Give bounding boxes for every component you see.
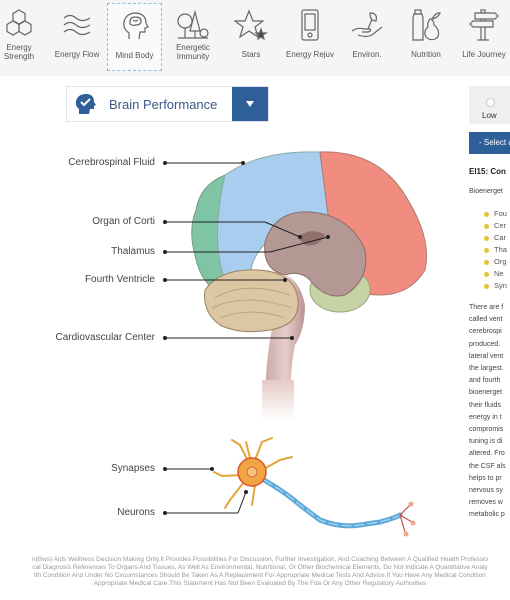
bullet-list: Fou Cer Car Tha Org Ne Syn bbox=[484, 208, 507, 292]
list-item: Cer bbox=[484, 220, 507, 232]
bottle-pear-icon bbox=[412, 9, 441, 41]
nav-item-energy-flow[interactable]: Energy Flow bbox=[50, 3, 104, 71]
label-cerebrospinal-fluid: Cerebrospinal Fluid bbox=[68, 157, 155, 168]
nav-label: Energetic Immunity bbox=[176, 43, 210, 61]
brain-diagram: Cerebrospinal Fluid Organ of Corti Thala… bbox=[0, 130, 440, 550]
paragraph-line: lateral vent bbox=[469, 352, 504, 360]
neuron-illustration bbox=[213, 437, 416, 537]
head-check-icon bbox=[75, 94, 96, 114]
disclaimer-line: Appropriate Medical Care.This Statement … bbox=[93, 580, 427, 587]
nav-label: Environ. bbox=[352, 50, 382, 59]
paragraph-line: compromis bbox=[469, 426, 504, 434]
nav-item-stars[interactable]: Stars bbox=[228, 3, 274, 71]
nav-label: Energy Flow bbox=[54, 50, 100, 59]
waves-icon bbox=[63, 14, 91, 36]
label-fourth-ventricle: Fourth Ventricle bbox=[84, 274, 155, 285]
dropdown-value: Brain Performance bbox=[109, 97, 218, 112]
list-item: Tha bbox=[484, 244, 507, 256]
paragraph-line: nervous sy bbox=[469, 487, 503, 495]
disclaimer-footer: n(Bws) Aids Wellness Decision Making Onl… bbox=[0, 556, 510, 588]
paragraph-line: their fluids bbox=[469, 401, 501, 409]
paragraph-line: bioenerget bbox=[469, 389, 503, 397]
nav-label: Mind Body bbox=[115, 51, 154, 60]
trees-icon bbox=[177, 9, 209, 39]
paragraph-line: the largest. bbox=[469, 365, 504, 373]
section-title: EI15: Con bbox=[469, 167, 506, 176]
intro-text: Bioenerget bbox=[469, 188, 503, 195]
nav-item-nutrition[interactable]: Nutrition bbox=[404, 3, 448, 71]
label-neurons: Neurons bbox=[117, 507, 155, 518]
paragraph-line: tuning is di bbox=[469, 438, 503, 446]
nav-label: Energy Strength bbox=[3, 43, 35, 61]
list-item: Org bbox=[484, 256, 507, 268]
nav-label: Nutrition bbox=[411, 50, 441, 59]
paragraph-line: metabolic p bbox=[469, 511, 505, 519]
level-low-label: Low bbox=[482, 111, 497, 120]
paragraph-line: the CSF als bbox=[469, 462, 506, 470]
nav-label: Life Journey bbox=[462, 50, 506, 59]
paragraph-line: called vent bbox=[469, 316, 503, 324]
paragraph-line: produced. bbox=[469, 340, 501, 348]
head-brain-icon bbox=[122, 12, 149, 40]
paragraph-line: There are f bbox=[469, 304, 504, 311]
paragraph-line: energy in t bbox=[469, 413, 502, 421]
disclaimer-line: cal Diagnosis.References To Organs And T… bbox=[32, 564, 488, 571]
nav-item-life-journey[interactable]: Life Journey bbox=[458, 3, 510, 71]
star-icon bbox=[234, 9, 268, 41]
nav-item-energy-strength[interactable]: Energy Strength bbox=[0, 3, 38, 71]
category-dropdown[interactable]: Brain Performance bbox=[66, 86, 269, 122]
list-item: Fou bbox=[484, 208, 507, 220]
level-selector: Low bbox=[469, 86, 510, 124]
nav-item-environ[interactable]: Environ. bbox=[346, 3, 388, 71]
paragraph-line: and fourth bbox=[469, 377, 501, 385]
detail-panel: Low - Select a EI15: Con Bioenerget Fou … bbox=[440, 80, 510, 550]
paragraph-line: altered. Fro bbox=[469, 450, 505, 458]
list-item: Syn bbox=[484, 280, 507, 292]
nav-item-energy-rejuv[interactable]: Energy Rejuv bbox=[283, 3, 337, 71]
top-nav: Energy Strength Energy Flow Mind Body En… bbox=[0, 0, 510, 76]
nav-item-energetic-immunity[interactable]: Energetic Immunity bbox=[170, 3, 216, 71]
description-paragraph: There are f called vent cerebrospi produ… bbox=[469, 302, 510, 522]
label-synapses: Synapses bbox=[111, 463, 155, 474]
nav-label: Stars bbox=[241, 50, 261, 59]
paragraph-line: removes w bbox=[469, 499, 503, 507]
select-button[interactable]: - Select a bbox=[469, 132, 510, 154]
phone-icon bbox=[301, 9, 319, 41]
disclaimer-line: n(Bws) Aids Wellness Decision Making Onl… bbox=[31, 556, 489, 563]
list-item: Car bbox=[484, 232, 507, 244]
hexagons-icon bbox=[6, 9, 32, 36]
list-item: Ne bbox=[484, 268, 507, 280]
label-thalamus: Thalamus bbox=[111, 246, 155, 257]
dropdown-toggle-button[interactable] bbox=[232, 87, 268, 121]
level-low-radio[interactable] bbox=[486, 98, 495, 107]
label-organ-of-corti: Organ of Corti bbox=[92, 216, 155, 227]
label-cardiovascular-center: Cardiovascular Center bbox=[55, 332, 156, 343]
disclaimer-line: lth Condition And Under No Circumstances… bbox=[34, 572, 486, 579]
nav-label: Energy Rejuv bbox=[285, 50, 335, 59]
nav-item-mind-body[interactable]: Mind Body bbox=[107, 3, 162, 71]
paragraph-line: cerebrospi bbox=[469, 328, 502, 336]
signpost-icon bbox=[469, 9, 499, 41]
paragraph-line: helps to pr bbox=[469, 474, 502, 482]
hand-plant-icon bbox=[351, 12, 383, 38]
